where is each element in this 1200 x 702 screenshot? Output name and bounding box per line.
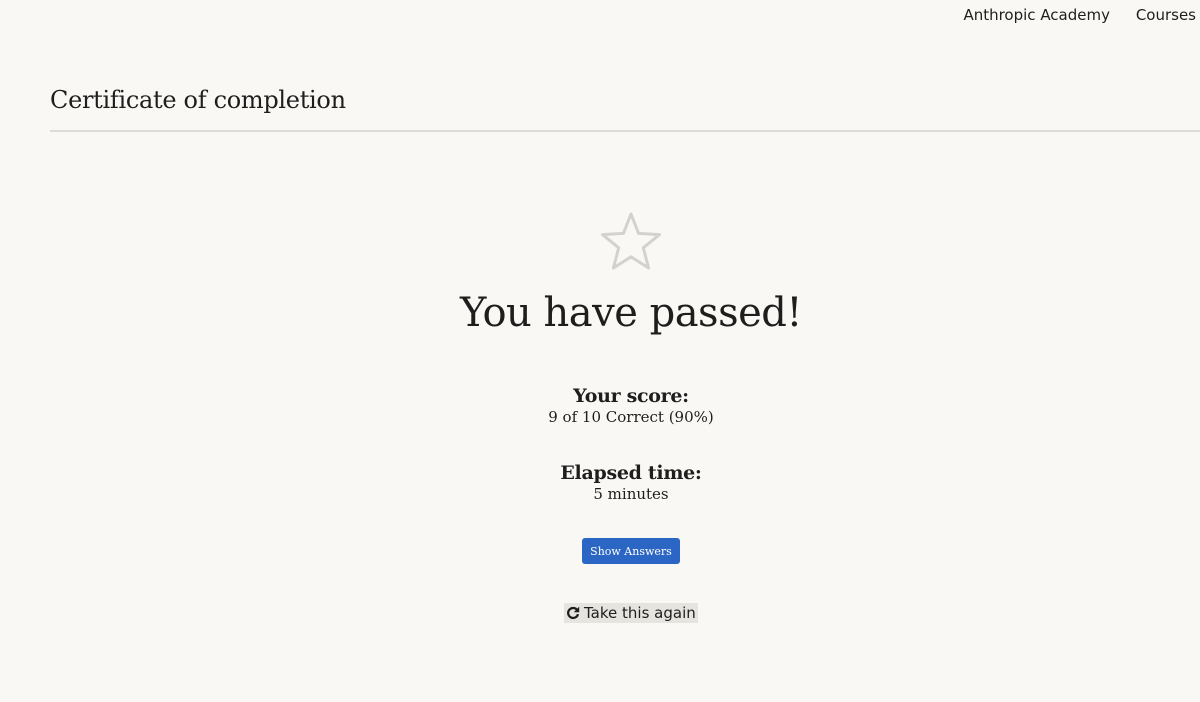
nav-link-courses[interactable]: Courses	[1136, 6, 1196, 24]
elapsed-time-value: 5 minutes	[593, 485, 669, 503]
title-divider	[50, 130, 1200, 132]
score-section: Your score: 9 of 10 Correct (90%)	[0, 385, 1200, 426]
elapsed-time-label: Elapsed time:	[560, 462, 702, 484]
take-again-button[interactable]: Take this again	[564, 603, 698, 623]
star-outline-icon	[601, 212, 661, 270]
take-again-label: Take this again	[584, 604, 696, 622]
pass-headline: You have passed!	[460, 290, 802, 336]
score-value: 9 of 10 Correct (90%)	[548, 408, 714, 426]
elapsed-time-section: Elapsed time: 5 minutes	[0, 462, 1200, 503]
refresh-icon	[567, 606, 580, 620]
score-label: Your score:	[573, 385, 689, 407]
page-title: Certificate of completion	[50, 86, 346, 114]
nav-link-anthropic-academy[interactable]: Anthropic Academy	[963, 6, 1110, 24]
show-answers-button[interactable]: Show Answers	[582, 538, 680, 564]
